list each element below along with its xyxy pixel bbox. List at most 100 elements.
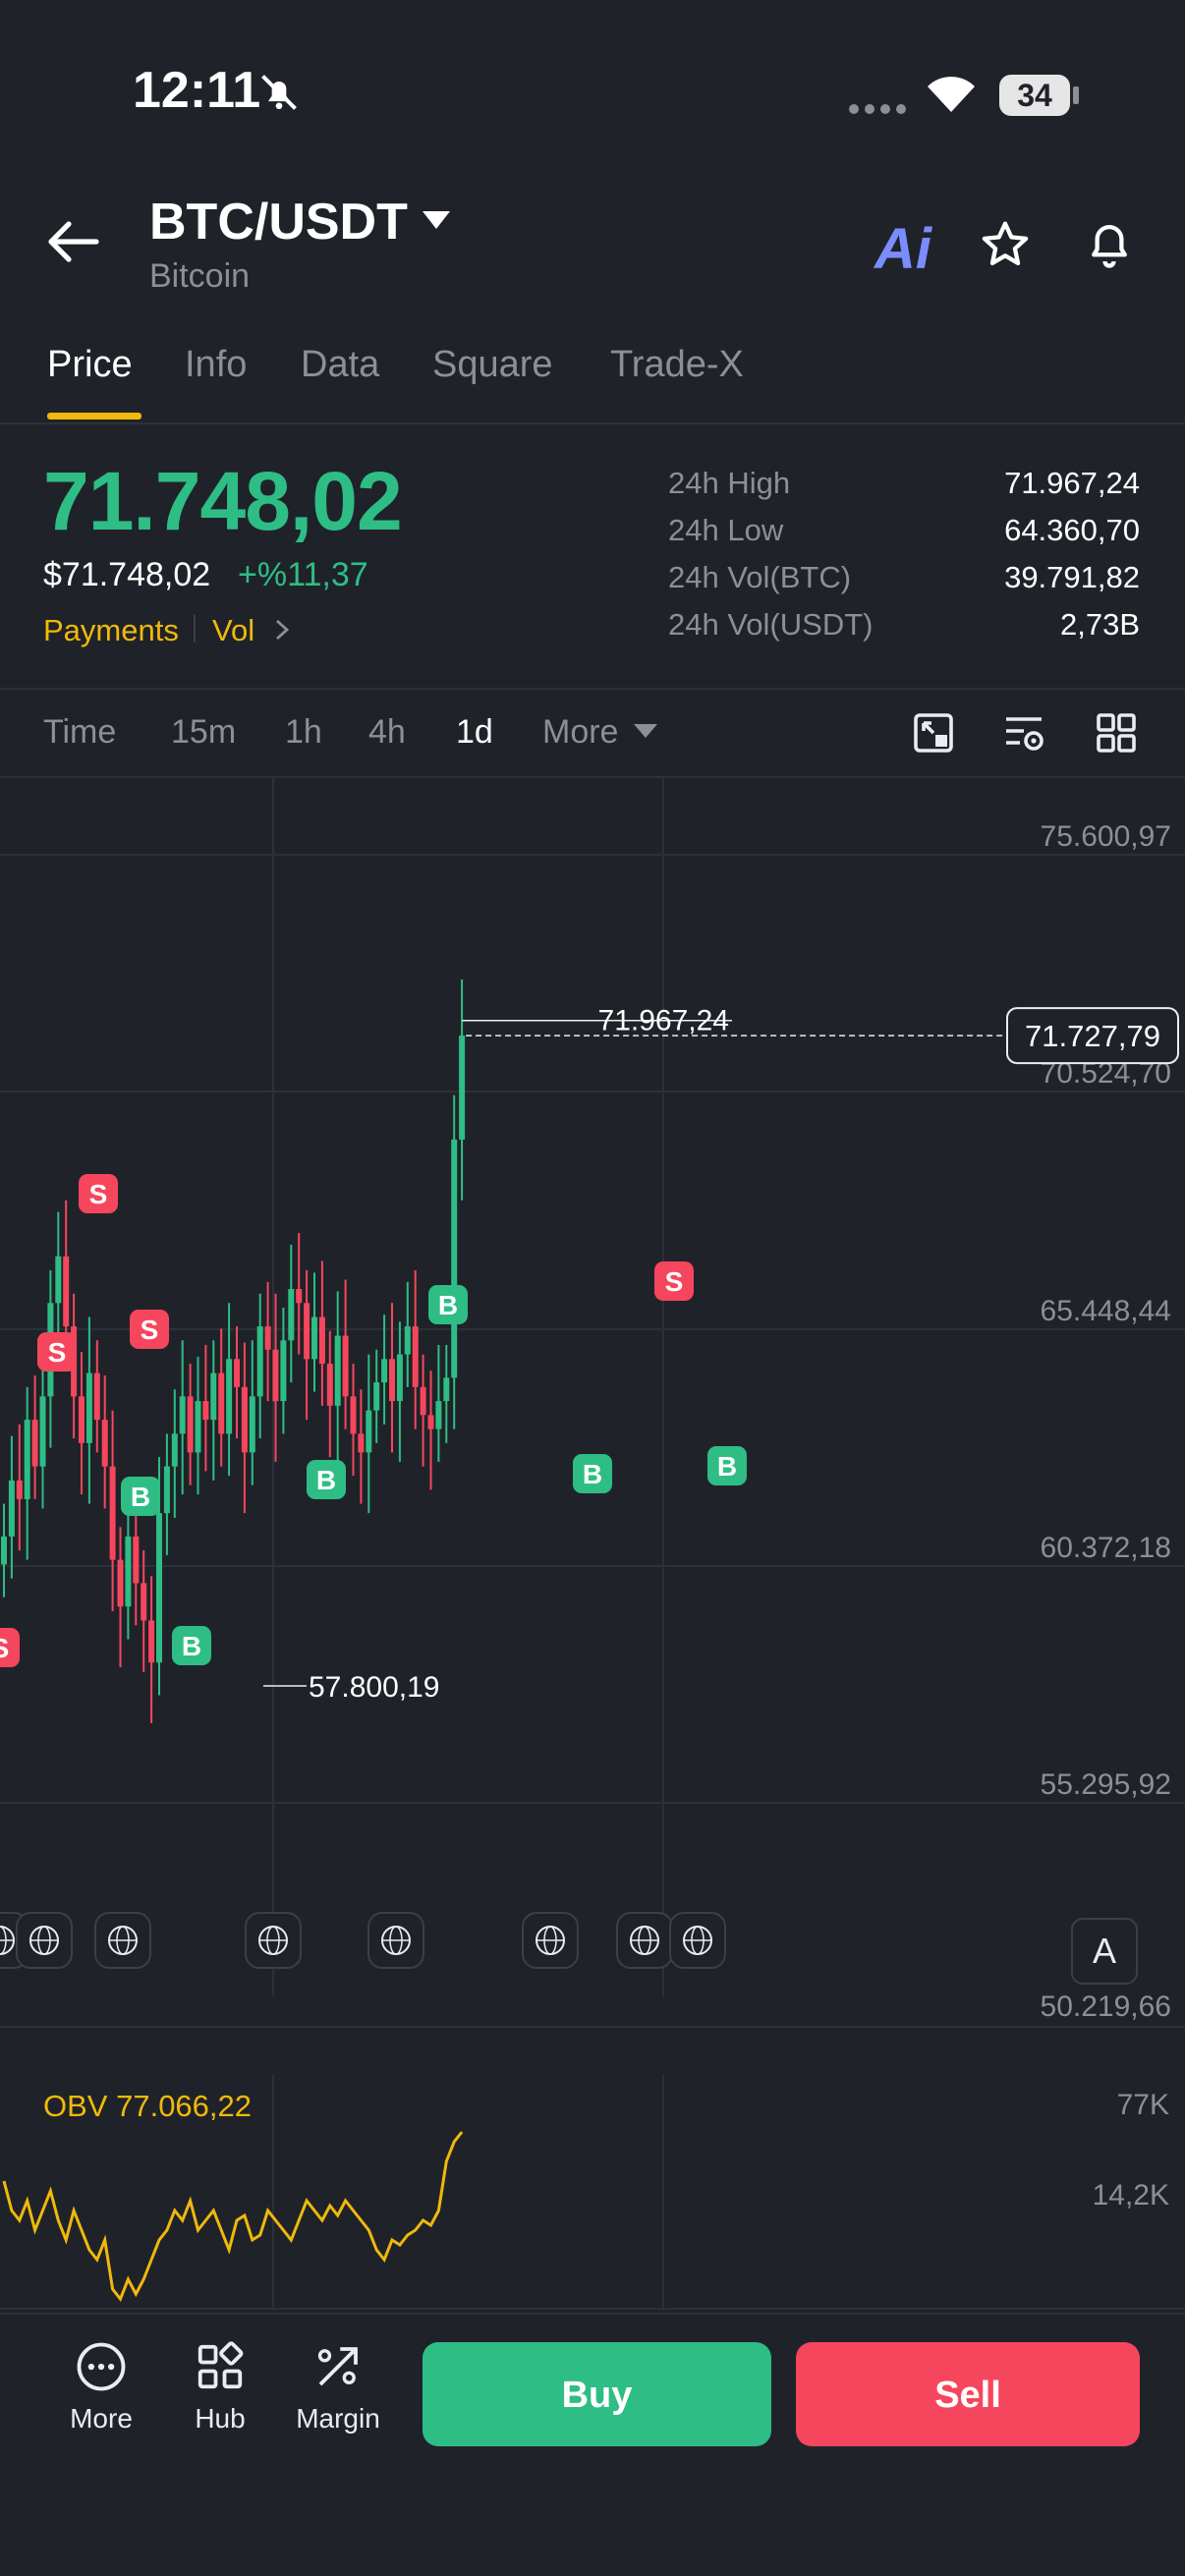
mute-bell-icon <box>261 75 297 110</box>
buy-button[interactable]: Buy <box>423 2342 771 2446</box>
candle-body <box>16 1480 23 1499</box>
indicator-settings-icon[interactable] <box>1002 711 1047 755</box>
candle-body <box>412 1326 419 1387</box>
layout-grid-icon[interactable] <box>1095 711 1138 755</box>
candle-body <box>381 1359 388 1383</box>
tab-price[interactable]: Price <box>47 344 133 386</box>
obv-tick-high: 77K <box>1117 2089 1169 2121</box>
status-bar: 12:11 34 <box>0 0 1185 196</box>
candle-body <box>202 1401 209 1421</box>
candle-body <box>451 1139 458 1378</box>
candlestick-chart[interactable]: SSSBBBSBSBB 75.600,9770.524,7065.448,446… <box>0 778 1185 2022</box>
trade-marker-letter: S <box>89 1179 108 1209</box>
candle-body <box>272 1349 279 1402</box>
candle-body <box>427 1415 434 1429</box>
stat-label-vol-btc: 24h Vol(BTC) <box>668 560 852 594</box>
candle-body <box>179 1396 186 1434</box>
last-price: 71.748,02 <box>43 455 403 547</box>
tab-square[interactable]: Square <box>432 344 553 386</box>
bottom-margin-label: Margin <box>296 2403 380 2434</box>
signal-dots-icon <box>849 104 906 114</box>
trade-marker-letter: S <box>665 1266 684 1297</box>
trade-marker-letter: B <box>717 1451 737 1482</box>
stat-label-high: 24h High <box>668 466 791 500</box>
candle-body <box>234 1359 240 1387</box>
candle-body <box>125 1536 132 1607</box>
candle-body <box>24 1420 30 1499</box>
candle-body <box>318 1316 325 1365</box>
candle-body <box>443 1377 450 1402</box>
chart-fullscreen-icon[interactable] <box>912 711 955 755</box>
y-axis-labels: 75.600,9770.524,7065.448,4460.372,1855.2… <box>1041 820 1171 2022</box>
tab-trade-x[interactable]: Trade-X <box>610 344 744 386</box>
y-tick-label: 50.219,66 <box>1041 1990 1171 2022</box>
candle-body <box>280 1340 287 1402</box>
y-tick-label: 75.600,97 <box>1041 820 1171 853</box>
bottom-margin-button[interactable]: Margin <box>284 2340 392 2435</box>
low-marker-label: 57.800,19 <box>309 1671 439 1704</box>
back-arrow-icon[interactable] <box>47 218 100 265</box>
timeframe-time[interactable]: Time <box>43 713 116 752</box>
obv-indicator-label: OBV 77.066,22 <box>43 2089 252 2124</box>
candle-body <box>288 1289 295 1341</box>
payments-link[interactable]: Payments <box>43 613 179 648</box>
divider <box>0 422 1185 424</box>
stat-value-high: 71.967,24 <box>1004 466 1140 500</box>
candle-body <box>195 1401 201 1453</box>
current-price-label: 71.727,79 <box>1025 1019 1160 1053</box>
candle-body <box>163 1466 170 1514</box>
trade-marker-letter: S <box>48 1337 67 1368</box>
tab-info[interactable]: Info <box>185 344 247 386</box>
y-tick-label: 55.295,92 <box>1041 1768 1171 1801</box>
bottom-hub-label: Hub <box>195 2403 246 2434</box>
timeframe-4h[interactable]: 4h <box>368 713 406 752</box>
favorite-star-icon[interactable] <box>978 218 1033 271</box>
candle-body <box>373 1382 380 1411</box>
candle-body <box>156 1513 162 1663</box>
candle-body <box>63 1256 70 1327</box>
trade-marker-letter: B <box>583 1459 602 1489</box>
candle-body <box>264 1326 271 1350</box>
candle-body <box>311 1316 317 1360</box>
bottom-hub-button[interactable]: Hub <box>166 2340 274 2435</box>
bottom-more-button[interactable]: More <box>47 2340 155 2435</box>
ai-assistant-icon[interactable]: Ai <box>875 216 931 282</box>
more-dots-icon <box>77 2342 126 2391</box>
timeframe-1h[interactable]: 1h <box>285 713 322 752</box>
candle-body <box>334 1335 341 1406</box>
sell-button[interactable]: Sell <box>796 2342 1140 2446</box>
alert-bell-icon[interactable] <box>1083 216 1136 271</box>
candle-body <box>171 1433 178 1467</box>
battery-tip <box>1073 86 1079 104</box>
candle-body <box>249 1396 255 1453</box>
chevron-right-icon[interactable] <box>275 619 289 641</box>
timeframe-more[interactable]: More <box>542 713 618 752</box>
candle-body <box>55 1256 62 1304</box>
timeframe-15m[interactable]: 15m <box>171 713 236 752</box>
usd-price: $71.748,02 <box>43 556 211 593</box>
candle-body <box>141 1583 147 1621</box>
price-change-percent: +%11,37 <box>238 556 368 593</box>
candle-body <box>210 1372 217 1421</box>
auto-scale-button[interactable]: A <box>1071 1918 1138 1985</box>
bottom-more-label: More <box>70 2403 133 2434</box>
more-caret-icon[interactable] <box>634 724 657 740</box>
y-tick-label: 60.372,18 <box>1041 1532 1171 1564</box>
obv-tick-low: 14,2K <box>1093 2179 1169 2212</box>
pair-dropdown-caret-icon[interactable] <box>423 211 450 231</box>
candle-body <box>366 1410 372 1453</box>
candle-body <box>350 1396 357 1434</box>
trade-marker-letter: B <box>316 1465 336 1495</box>
tab-data[interactable]: Data <box>301 344 379 386</box>
candle-body <box>420 1386 426 1416</box>
candle-body <box>8 1480 15 1537</box>
vol-link[interactable]: Vol <box>212 613 254 648</box>
candle-body <box>148 1620 155 1663</box>
candle-body <box>389 1359 395 1402</box>
stat-value-vol-btc: 39.791,82 <box>1004 560 1140 594</box>
stat-label-vol-usdt: 24h Vol(USDT) <box>668 607 874 642</box>
pair-title[interactable]: BTC/USDT <box>149 193 408 252</box>
candle-body <box>133 1536 140 1584</box>
candle-body <box>326 1364 333 1406</box>
timeframe-1d[interactable]: 1d <box>456 713 493 752</box>
